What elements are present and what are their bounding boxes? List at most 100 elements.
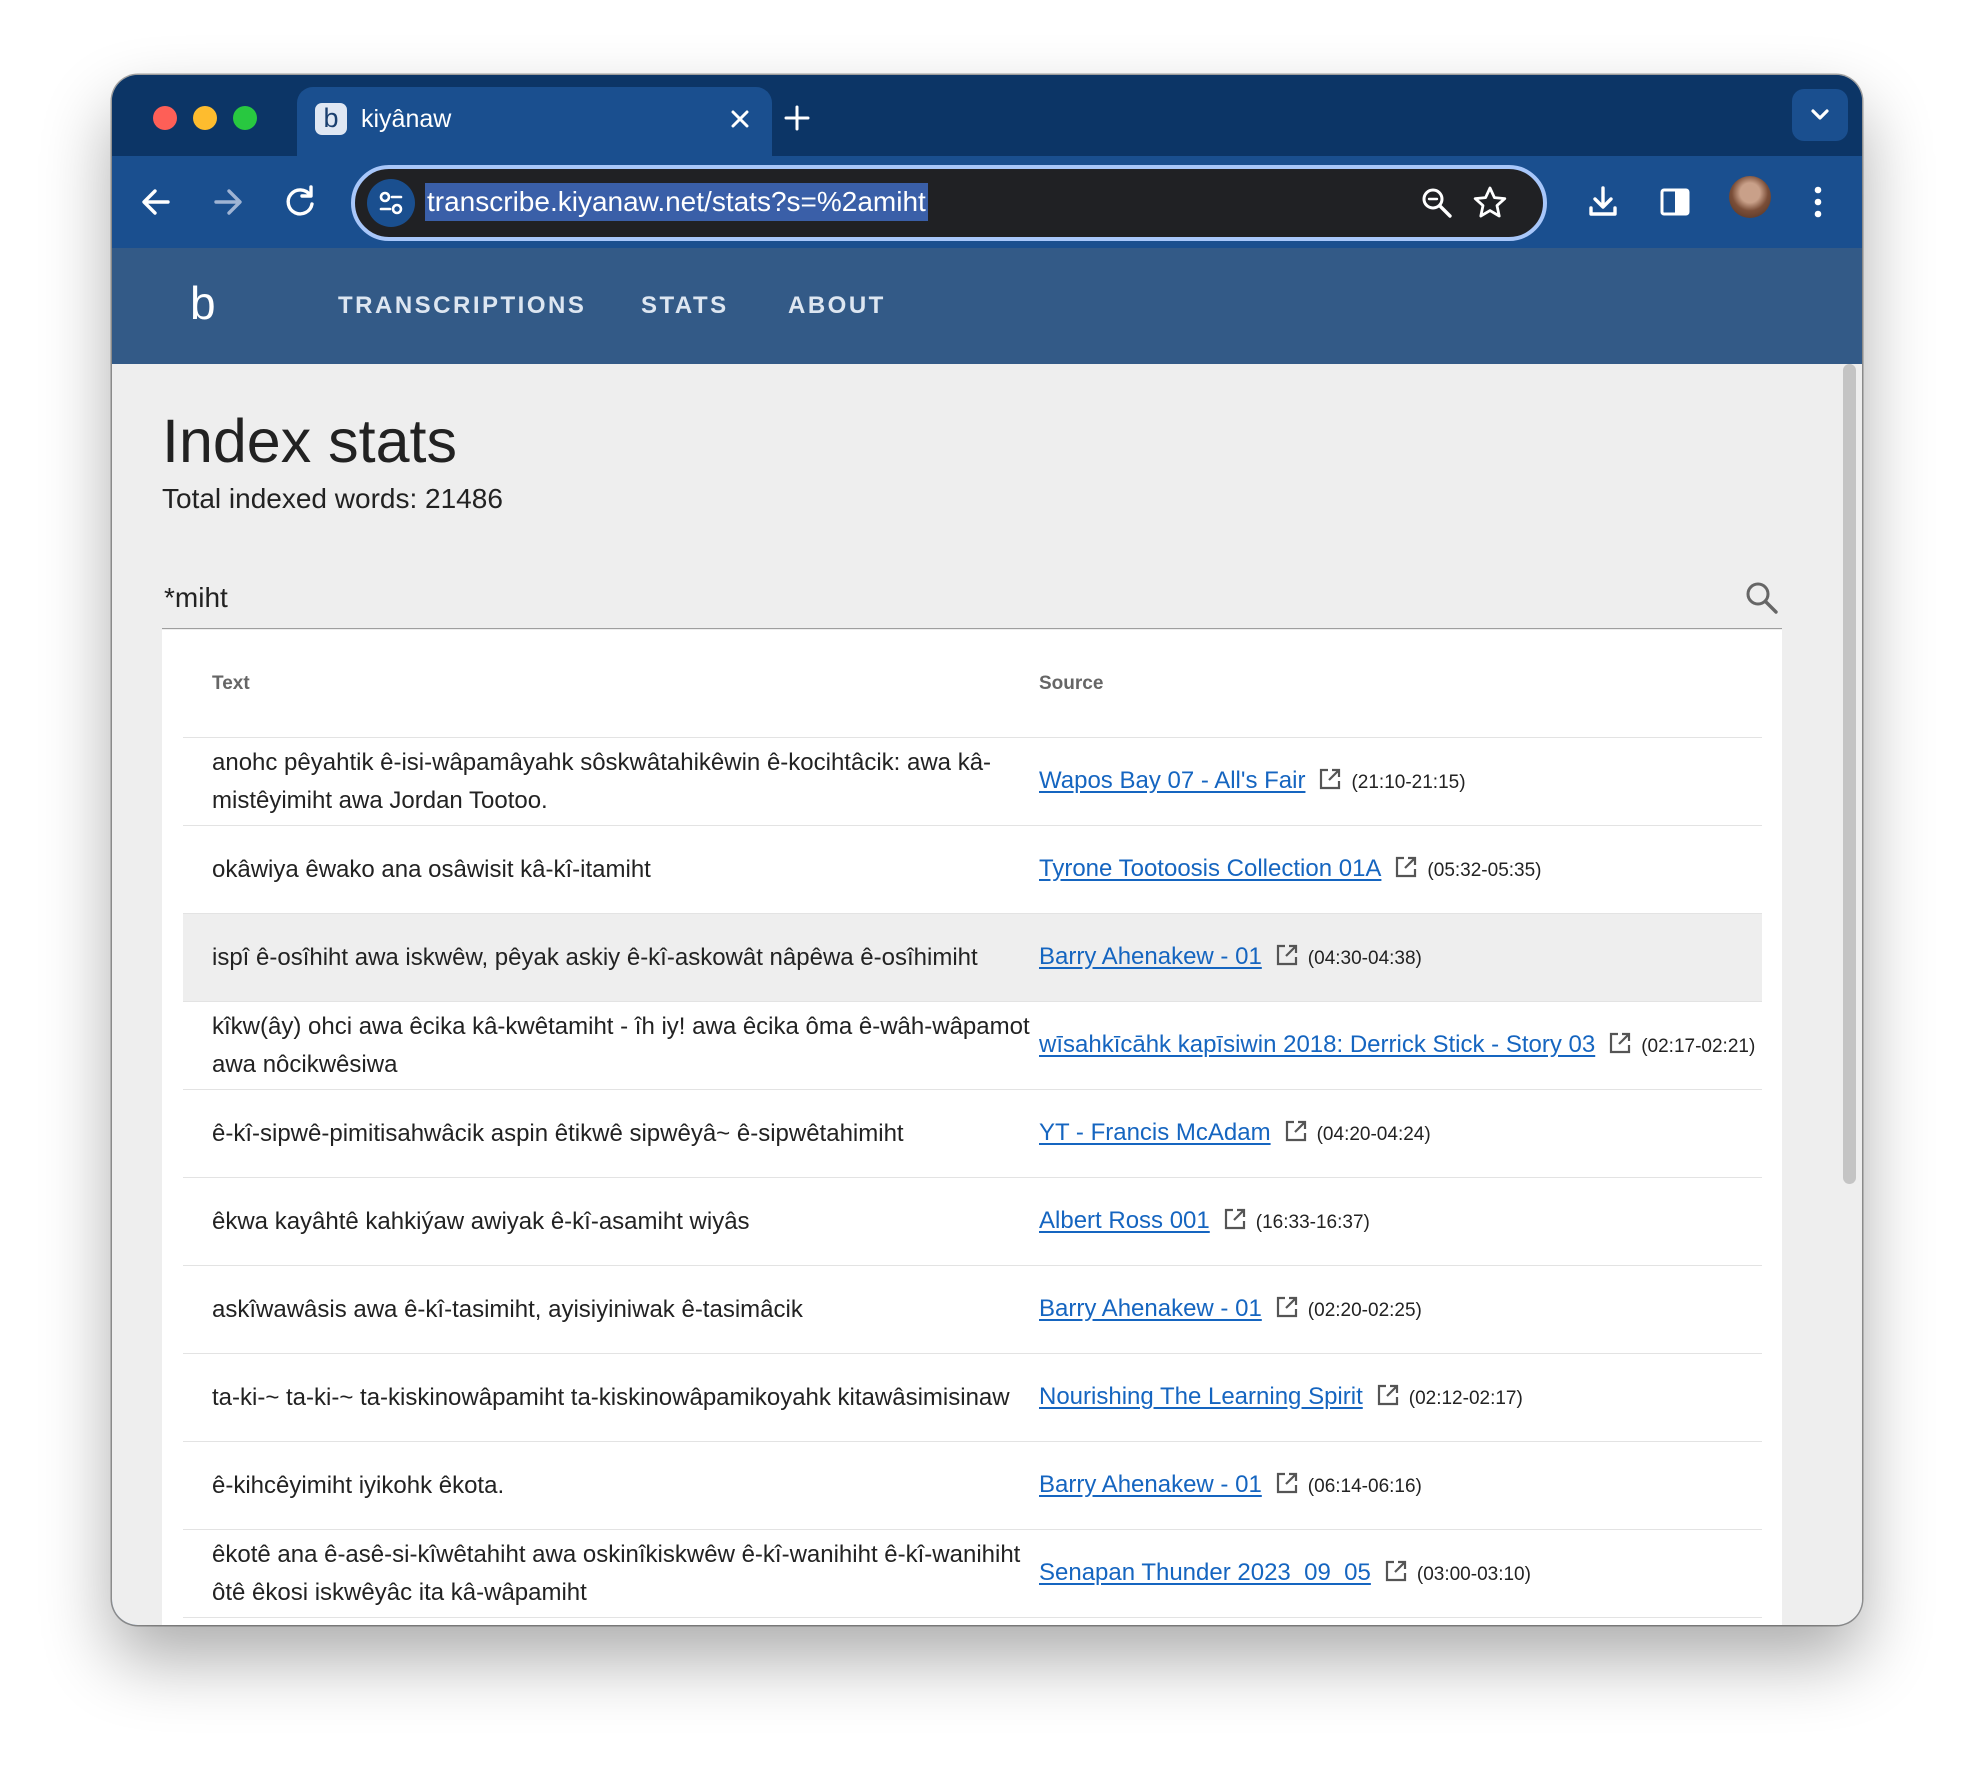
search-input[interactable] [162,576,1706,620]
table-row: ê-kihcêyimiht iyikohk êkota. Barry Ahenak… [183,1441,1762,1530]
timestamp: (02:17-02:21) [1641,1035,1756,1057]
external-link-icon[interactable] [1383,1558,1409,1584]
row-source: Senapan Thunder 2023_09_05 (03:00-03:10) [1038,1529,1762,1618]
source-link[interactable]: Barry Ahenakew - 01 [1039,943,1262,970]
table-row: okâwiya êwako ana osâwisit kâ-kî-itamiht… [183,825,1762,914]
tab-search-button[interactable] [1792,89,1848,141]
tune-icon [379,191,403,215]
external-link-icon[interactable] [1283,1118,1309,1144]
source-link[interactable]: wīsahkīcāhk kapīsiwin 2018: Derrick Stic… [1039,1031,1595,1058]
column-header-source[interactable]: Source [1038,630,1762,738]
source-link[interactable]: Barry Ahenakew - 01 [1039,1295,1262,1322]
results-card: Text Source anohc pêyahtik ê-isi-wâpamây… [162,630,1782,1625]
zoom-icon[interactable] [1417,183,1457,223]
source-link[interactable]: Tyrone Tootoosis Collection 01A [1039,855,1381,882]
external-link-icon[interactable] [1393,854,1419,880]
timestamp: (03:00-03:10) [1416,1563,1531,1585]
row-text: kîkw(ây) ohci awa êcika kâ-kwêtamiht - î… [183,1001,1038,1090]
source-link[interactable]: Wapos Bay 07 - All's Fair [1039,767,1305,794]
timestamp: (02:12-02:17) [1408,1387,1523,1409]
source-link[interactable]: Nourishing The Learning Spirit [1039,1383,1363,1410]
bookmark-star-icon[interactable] [1470,183,1510,223]
row-source: Nourishing The Learning Spirit (02:12-02:… [1038,1353,1762,1442]
row-text: êkwa kayâhtê kahkiýaw awiyak ê-kî-asamih… [183,1177,1038,1266]
source-link[interactable]: Senapan Thunder 2023_09_05 [1039,1559,1371,1586]
row-text: ê-kihcêyimiht iyikohk êkota. [183,1441,1038,1530]
row-source: Albert Ross 001 (16:33-16:37) [1038,1177,1762,1266]
timestamp: (06:14-06:16) [1307,1475,1422,1497]
table-header-row: Text Source [183,630,1762,738]
row-source: YT - Francis McAdam (04:20-04:24) [1038,1089,1762,1178]
table-row: kîkw(ây) ohci awa êcika kâ-kwêtamiht - î… [183,1001,1762,1090]
table-row: ê-kî-sipwê-pimitisahwâcik aspin êtikwê s… [183,1089,1762,1178]
row-text: ôniki otawâsimisiwâwa ôniki kâ-sipwêhtah… [183,1617,1038,1625]
page-viewport: b TRANSCRIPTIONS STATS ABOUT Index stats… [112,248,1862,1625]
total-words-count: Total indexed words: 21486 [162,483,503,514]
timestamp: (04:30-04:38) [1307,947,1422,969]
source-link[interactable]: YT - Francis McAdam [1039,1119,1271,1146]
results-table: Text Source anohc pêyahtik ê-isi-wâpamây… [183,630,1762,1625]
external-link-icon[interactable] [1274,1470,1300,1496]
row-text: ispî ê-osîhiht awa iskwêw, pêyak askiy ê… [183,913,1038,1002]
table-row: ta-ki-~ ta-ki-~ ta-kiskinowâpamiht ta-ki… [183,1353,1762,1442]
table-row: ôniki otawâsimisiwâwa ôniki kâ-sipwêhtah… [183,1617,1762,1625]
timestamp: (21:10-21:15) [1351,771,1466,793]
external-link-icon[interactable] [1317,766,1343,792]
external-link-icon[interactable] [1274,1294,1300,1320]
search-icon[interactable] [1742,578,1782,618]
tab-strip: b kiyânaw [112,75,1862,156]
chevron-down-icon [1811,109,1829,120]
close-tab-icon[interactable] [724,103,756,135]
timestamp: (16:33-16:37) [1255,1211,1370,1233]
new-tab-icon[interactable] [780,101,814,135]
nav-transcriptions[interactable]: TRANSCRIPTIONS [338,290,586,322]
scrollbar-thumb[interactable] [1843,364,1856,1184]
back-icon[interactable] [132,178,180,226]
download-icon[interactable] [1579,178,1627,226]
external-link-icon[interactable] [1274,942,1300,968]
source-link[interactable]: Albert Ross 001 [1039,1207,1210,1234]
row-source [1038,1617,1762,1625]
profile-avatar[interactable] [1729,176,1771,218]
minimize-window-button[interactable] [193,106,217,130]
row-source: Barry Ahenakew - 01 (04:30-04:38) [1038,913,1762,1002]
maximize-window-button[interactable] [233,106,257,130]
side-panel-icon[interactable] [1651,178,1699,226]
row-source: wīsahkīcāhk kapīsiwin 2018: Derrick Stic… [1038,1001,1762,1090]
row-text: anohc pêyahtik ê-isi-wâpamâyahk sôskwâta… [183,737,1038,826]
app-header: b TRANSCRIPTIONS STATS ABOUT [112,248,1862,364]
timestamp: (05:32-05:35) [1427,859,1542,881]
row-text: êkotê ana ê-asê-si-kîwêtahiht awa oskinî… [183,1529,1038,1618]
table-row: askîwawâsis awa ê-kî-tasimiht, ayisiyini… [183,1265,1762,1354]
timestamp: (04:20-04:24) [1316,1123,1431,1145]
external-link-icon[interactable] [1375,1382,1401,1408]
table-row: êkwa kayâhtê kahkiýaw awiyak ê-kî-asamih… [183,1177,1762,1266]
page-title: Index stats [162,407,457,475]
tab-title: kiyânaw [361,105,452,133]
row-source: Barry Ahenakew - 01 (02:20-02:25) [1038,1265,1762,1354]
table-row: êkotê ana ê-asê-si-kîwêtahiht awa oskinî… [183,1529,1762,1618]
column-header-text[interactable]: Text [183,630,1038,738]
row-source: Wapos Bay 07 - All's Fair (21:10-21:15) [1038,737,1762,826]
row-text: okâwiya êwako ana osâwisit kâ-kî-itamiht [183,825,1038,914]
reload-icon[interactable] [276,178,324,226]
table-row: ispî ê-osîhiht awa iskwêw, pêyak askiy ê… [183,913,1762,1002]
address-bar[interactable]: transcribe.kiyanaw.net/stats?s=%2amiht [351,165,1547,241]
timestamp: (02:20-02:25) [1307,1299,1422,1321]
nav-about[interactable]: ABOUT [788,290,886,322]
search-field [162,568,1782,629]
source-link[interactable]: Barry Ahenakew - 01 [1039,1471,1262,1498]
external-link-icon[interactable] [1607,1030,1633,1056]
app-logo[interactable]: b [190,273,216,333]
browser-toolbar: transcribe.kiyanaw.net/stats?s=%2amiht [112,156,1862,248]
more-menu-icon[interactable] [1794,178,1842,226]
external-link-icon[interactable] [1222,1206,1248,1232]
forward-icon[interactable] [204,178,252,226]
close-window-button[interactable] [153,106,177,130]
row-text: ta-ki-~ ta-ki-~ ta-kiskinowâpamiht ta-ki… [183,1353,1038,1442]
row-source: Tyrone Tootoosis Collection 01A (05:32-05… [1038,825,1762,914]
url-text[interactable]: transcribe.kiyanaw.net/stats?s=%2amiht [425,183,928,221]
browser-tab[interactable]: b kiyânaw [297,87,772,156]
nav-stats[interactable]: STATS [641,290,729,322]
site-info-button[interactable] [367,179,415,227]
